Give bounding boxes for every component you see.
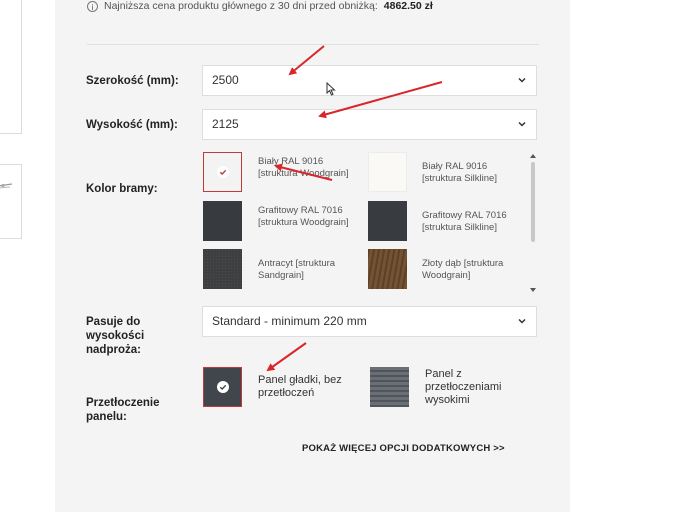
gate-color-label: Kolor bramy: (86, 183, 158, 195)
panel-embossed-swatch[interactable] (370, 367, 409, 407)
chevron-down-icon (518, 121, 526, 127)
more-options-link[interactable]: POKAŻ WIĘCEJ OPCJI DODATKOWYCH >> (302, 443, 505, 454)
gate-color-options: Biały RAL 9016 [struktura Woodgrain] Bia… (202, 150, 537, 293)
lintel-value: Standard - minimum 220 mm (212, 314, 367, 328)
product-thumbnail[interactable] (0, 164, 22, 239)
gate-color-swatch-anthracite-sandgrain[interactable] (203, 249, 242, 289)
lintel-label: Pasuje do wysokości nadproża: (86, 316, 145, 356)
scroll-up-icon[interactable] (530, 154, 536, 158)
checkmark-icon (216, 381, 229, 393)
checkmark-icon (216, 166, 229, 178)
gate-color-swatch-graphite-silkline[interactable] (368, 201, 407, 241)
scrollbar-thumb[interactable] (531, 162, 535, 242)
gate-color-swatch-white-woodgrain[interactable] (203, 152, 242, 192)
height-select[interactable]: 2125 (202, 109, 537, 140)
info-icon: i (87, 0, 98, 12)
chevron-down-icon (518, 318, 526, 324)
panel-smooth-label[interactable]: Panel gładki, bez przetłoczeń (258, 374, 363, 400)
swatch-scrollbar[interactable] (529, 152, 537, 294)
lowest-price-note: i Najniższa cena produktu głównego z 30 … (87, 0, 433, 12)
gate-color-label-graphite-silkline[interactable]: Grafitowy RAL 7016 [struktura Silkline] (422, 210, 522, 233)
gate-color-swatch-white-silkline[interactable] (368, 152, 407, 192)
gate-color-swatch-graphite-woodgrain[interactable] (203, 201, 242, 241)
height-label: Wysokość (mm): (86, 119, 178, 131)
chevron-down-icon (518, 77, 526, 83)
divider (87, 44, 539, 45)
scroll-down-icon[interactable] (530, 288, 536, 292)
lowest-price-value: 4862.50 zł (383, 0, 433, 12)
gate-color-label-golden-oak[interactable]: Złoty dąb [struktura Woodgrain] (422, 258, 522, 281)
gate-color-swatch-golden-oak[interactable] (368, 249, 407, 289)
width-label: Szerokość (mm): (86, 75, 179, 87)
gate-color-label-graphite-woodgrain[interactable]: Grafitowy RAL 7016 [struktura Woodgrain] (258, 205, 358, 228)
gate-color-label-white-woodgrain[interactable]: Biały RAL 9016 [struktura Woodgrain] (258, 156, 358, 179)
width-value: 2500 (212, 73, 239, 87)
panel-smooth-swatch[interactable] (203, 367, 242, 407)
gate-color-label-anthracite-sandgrain[interactable]: Antracyt [struktura Sandgrain] (258, 258, 358, 281)
gate-color-label-white-silkline[interactable]: Biały RAL 9016 [struktura Silkline] (422, 161, 522, 184)
height-value: 2125 (212, 117, 239, 131)
thumbnail-strip (0, 0, 24, 512)
width-select[interactable]: 2500 (202, 65, 537, 96)
panel-embossing-label: Przetłoczenie panelu: (86, 397, 160, 423)
lintel-select[interactable]: Standard - minimum 220 mm (202, 306, 537, 337)
lowest-price-text: Najniższa cena produktu głównego z 30 dn… (104, 0, 378, 12)
gate-thumbnail-icon (0, 183, 13, 189)
mouse-cursor-icon (326, 82, 336, 96)
product-configurator: i Najniższa cena produktu głównego z 30 … (55, 0, 570, 512)
product-thumbnail[interactable] (0, 0, 22, 134)
panel-embossed-label[interactable]: Panel z przetłoczeniami wysokimi (425, 368, 525, 407)
